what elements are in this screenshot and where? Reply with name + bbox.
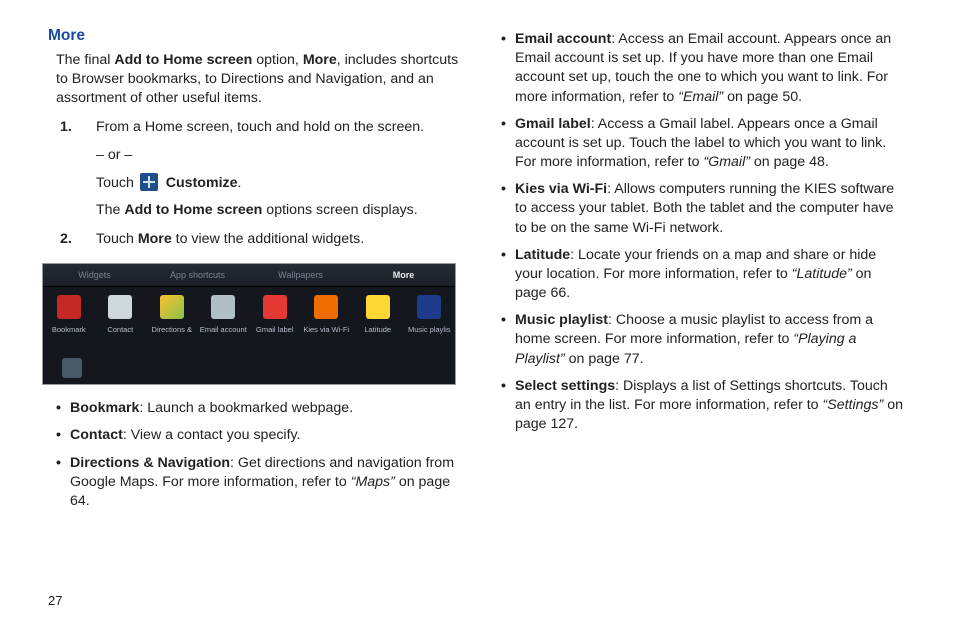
bullet-directions: Directions & Navigation: Get directions … xyxy=(56,454,461,512)
shortcut-latitude: Latitude xyxy=(352,287,404,356)
term: Gmail label xyxy=(515,116,591,132)
contact-icon xyxy=(108,295,132,319)
left-column: More The final Add to Home screen option… xyxy=(48,26,481,636)
manual-page: More The final Add to Home screen option… xyxy=(0,0,954,636)
gmail-icon xyxy=(263,295,287,319)
music-icon xyxy=(417,295,441,319)
step-text: From a Home screen, touch and hold on th… xyxy=(96,119,424,135)
shortcut-kies: Kies via Wi-Fi xyxy=(301,287,353,356)
cross-ref: “Maps” xyxy=(351,474,395,490)
definition: on page 77. xyxy=(565,351,644,367)
step-2: 2. Touch More to view the additional wid… xyxy=(60,230,461,249)
tab-wallpapers: Wallpapers xyxy=(249,269,352,281)
screenshot-tabs: Widgets App shortcuts Wallpapers More xyxy=(43,264,455,287)
shortcut-directions: Directions & xyxy=(146,287,198,356)
definition: : View a contact you specify. xyxy=(123,427,301,443)
definition: on page 48. xyxy=(750,154,829,170)
bullet-kies: Kies via Wi-Fi: Allows computers running… xyxy=(501,180,906,238)
text: . xyxy=(238,175,242,191)
step-number: 1. xyxy=(60,118,88,137)
screenshot-icon-row-2: Select setting xyxy=(43,356,455,384)
tab-widgets: Widgets xyxy=(43,269,146,281)
bullet-bookmark: Bookmark: Launch a bookmarked webpage. xyxy=(56,399,461,418)
icon-label: Contact xyxy=(96,325,144,335)
term: Directions & Navigation xyxy=(70,455,230,471)
text-bold: Add to Home screen xyxy=(114,52,252,68)
shortcut-music: Music playlis xyxy=(404,287,456,356)
cross-ref: “Settings” xyxy=(823,397,884,413)
definition: on page 50. xyxy=(723,89,802,105)
settings-icon xyxy=(62,358,82,378)
icon-label: Gmail label xyxy=(251,325,299,335)
icon-label: Kies via Wi-Fi xyxy=(302,325,350,335)
bullet-music: Music playlist: Choose a music playlist … xyxy=(501,311,906,369)
email-icon xyxy=(211,295,235,319)
cross-ref: “Latitude” xyxy=(792,266,852,282)
directions-icon xyxy=(160,295,184,319)
kies-icon xyxy=(314,295,338,319)
text-bold: More xyxy=(138,231,172,247)
text: option, xyxy=(252,52,302,68)
right-bullet-list: Email account: Access an Email account. … xyxy=(501,30,906,434)
page-number: 27 xyxy=(48,592,62,610)
text: The xyxy=(96,202,124,218)
text: The final xyxy=(56,52,114,68)
term: Email account xyxy=(515,31,611,47)
bullet-email: Email account: Access an Email account. … xyxy=(501,30,906,107)
shortcut-bookmark: Bookmark xyxy=(43,287,95,356)
term: Contact xyxy=(70,427,123,443)
latitude-icon xyxy=(366,295,390,319)
bullet-latitude: Latitude: Locate your friends on a map a… xyxy=(501,246,906,304)
section-heading: More xyxy=(48,26,461,47)
term: Bookmark xyxy=(70,400,139,416)
text-bold: Add to Home screen xyxy=(124,202,262,218)
intro-paragraph: The final Add to Home screen option, Mor… xyxy=(56,51,461,109)
ordered-steps: 1. From a Home screen, touch and hold on… xyxy=(60,118,461,249)
icon-label: Bookmark xyxy=(45,325,93,335)
icon-label: Latitude xyxy=(354,325,402,335)
bullet-contact: Contact: View a contact you specify. xyxy=(56,426,461,445)
icon-label: Music playlis xyxy=(405,325,453,335)
left-bullet-list: Bookmark: Launch a bookmarked webpage. C… xyxy=(56,399,461,511)
text-bold: Customize xyxy=(166,175,238,191)
shortcut-email: Email account xyxy=(198,287,250,356)
shortcut-select-settings: Select setting xyxy=(47,356,97,385)
cross-ref: “Email” xyxy=(678,89,723,105)
text: options screen displays. xyxy=(262,202,417,218)
step-number: 2. xyxy=(60,230,88,249)
step-1: 1. From a Home screen, touch and hold on… xyxy=(60,118,461,220)
shortcut-contact: Contact xyxy=(95,287,147,356)
term: Select settings xyxy=(515,378,615,394)
icon-label: Directions & xyxy=(148,325,196,335)
bullet-gmail: Gmail label: Access a Gmail label. Appea… xyxy=(501,115,906,173)
device-screenshot: Widgets App shortcuts Wallpapers More Bo… xyxy=(42,263,456,385)
step-or: – or – xyxy=(96,146,461,165)
bookmark-icon xyxy=(57,295,81,319)
bullet-select-settings: Select settings: Displays a list of Sett… xyxy=(501,377,906,435)
tab-more: More xyxy=(352,269,455,281)
shortcut-gmail: Gmail label xyxy=(249,287,301,356)
step-result: The Add to Home screen options screen di… xyxy=(96,201,461,220)
icon-label: Email account xyxy=(199,325,247,335)
term: Latitude xyxy=(515,247,570,263)
right-column: Email account: Access an Email account. … xyxy=(481,26,906,636)
term: Music playlist xyxy=(515,312,608,328)
icon-label: Select setting xyxy=(48,384,96,385)
plus-icon xyxy=(140,173,158,191)
term: Kies via Wi-Fi xyxy=(515,181,607,197)
tab-app-shortcuts: App shortcuts xyxy=(146,269,249,281)
screenshot-icon-row: Bookmark Contact Directions & Email acco… xyxy=(43,287,455,356)
step-touch: Touch Customize. xyxy=(96,173,461,193)
cross-ref: “Gmail” xyxy=(703,154,750,170)
text: Touch xyxy=(96,175,138,191)
text: Touch xyxy=(96,231,138,247)
text-bold: More xyxy=(303,52,337,68)
definition: : Launch a bookmarked webpage. xyxy=(139,400,353,416)
text: to view the additional widgets. xyxy=(172,231,364,247)
